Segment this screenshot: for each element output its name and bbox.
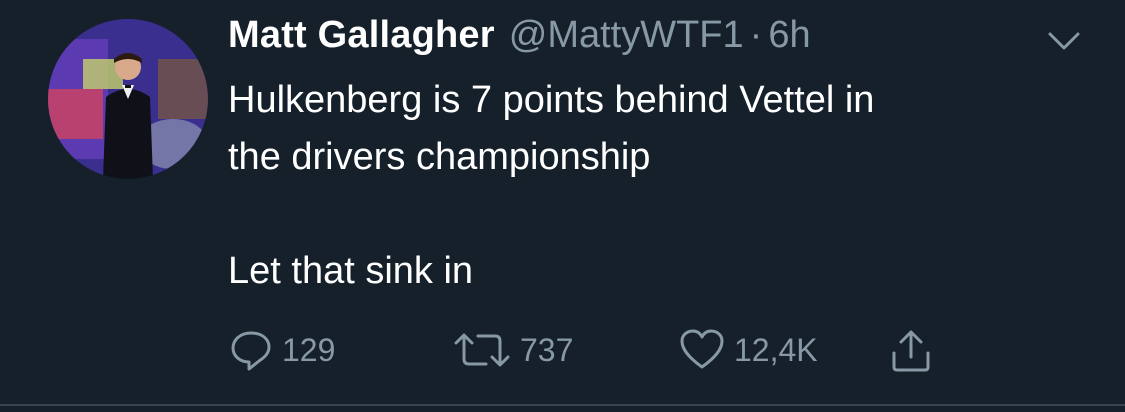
retweet-icon [454, 333, 510, 367]
divider [0, 404, 1125, 406]
display-name[interactable]: Matt Gallagher [228, 14, 495, 57]
reply-count: 129 [282, 331, 336, 368]
avatar[interactable] [48, 19, 208, 179]
retweet-button[interactable]: 737 [452, 325, 573, 375]
heart-icon [680, 329, 724, 369]
share-button[interactable] [888, 325, 934, 375]
avatar-photo [48, 19, 208, 179]
share-icon [892, 330, 930, 372]
like-button[interactable]: 12,4K [678, 325, 818, 375]
timestamp[interactable]: 6h [768, 14, 810, 57]
tweet-actions: 129 737 12,4K [228, 325, 988, 375]
retweet-count: 737 [520, 331, 574, 368]
tweet-text: Hulkenberg is 7 points behind Vettel in … [228, 79, 875, 292]
tweet-header: Matt Gallagher @MattyWTF1 · 6h [228, 14, 811, 66]
more-options-button[interactable] [1044, 26, 1084, 56]
user-handle[interactable]: @MattyWTF1 [509, 14, 744, 57]
reply-icon [231, 331, 271, 371]
separator-dot: · [749, 14, 763, 56]
reply-button[interactable]: 129 [228, 325, 335, 375]
chevron-down-icon [1048, 32, 1080, 50]
like-count: 12,4K [734, 331, 818, 368]
tweet-card[interactable]: Matt Gallagher @MattyWTF1 · 6h Hulkenber… [0, 0, 1125, 404]
